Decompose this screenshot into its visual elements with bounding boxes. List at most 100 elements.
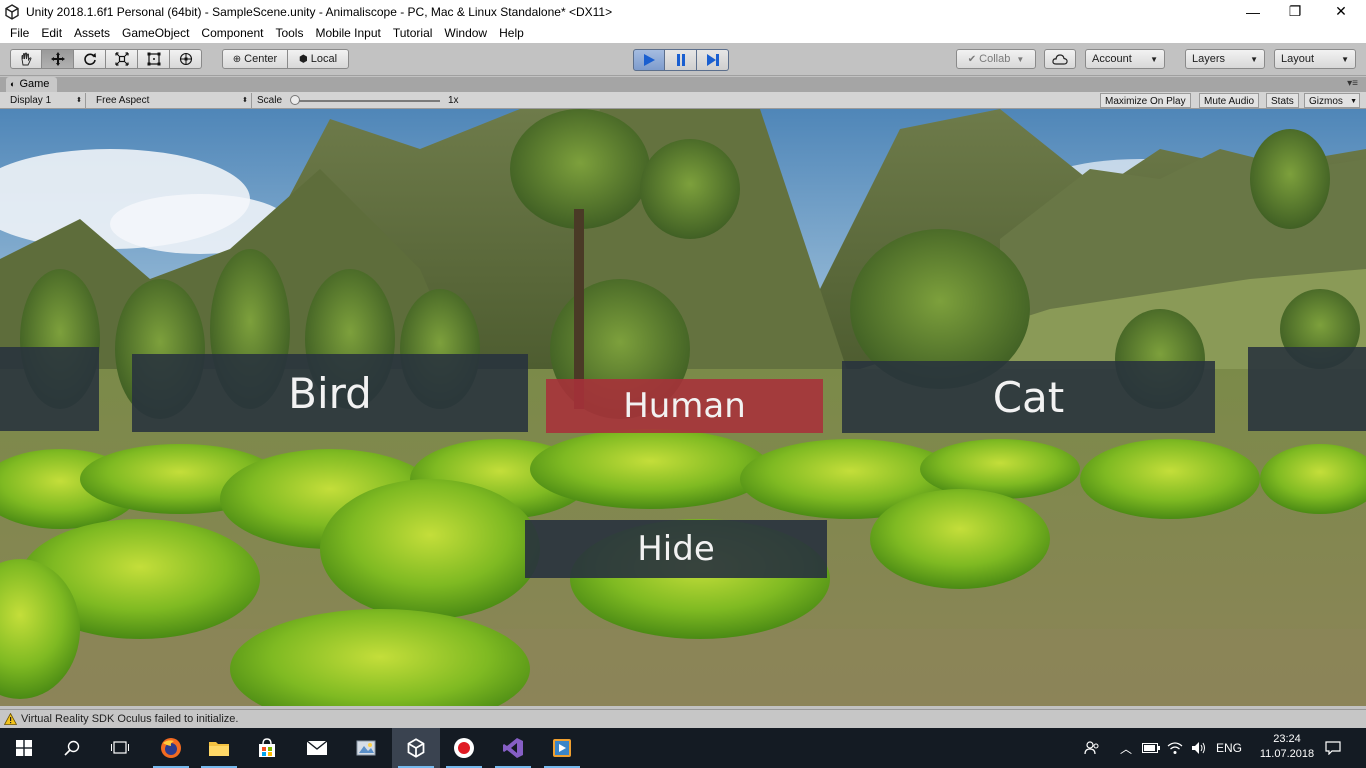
rotate-icon [83,53,96,66]
menu-bar: File Edit Assets GameObject Component To… [0,23,1366,43]
local-space-icon: ⬢ [298,53,308,65]
collab-label: Collab [979,53,1011,65]
visual-studio-taskbar-icon[interactable] [489,728,537,768]
cloud-button[interactable] [1044,49,1076,69]
firefox-taskbar-icon[interactable] [147,728,195,768]
rotate-tool-button[interactable] [74,49,106,69]
search-button[interactable] [48,728,96,768]
chevron-down-icon: ▼ [1016,54,1025,64]
scale-slider-thumb[interactable] [290,95,300,105]
pivot-space-toggle[interactable]: ⬢ Local [287,49,349,69]
option-bird-label: Bird [288,368,372,418]
tab-game[interactable]: ◐ Game [6,77,58,92]
battery-indicator[interactable] [1140,728,1162,768]
language-label: ENG [1215,741,1242,755]
photos-taskbar-icon[interactable] [342,728,390,768]
maximize-on-play-toggle[interactable]: Maximize On Play [1100,93,1191,108]
hand-icon [21,52,32,66]
option-panel-edge-right[interactable] [1248,347,1366,431]
step-icon [706,54,719,66]
menu-window[interactable]: Window [438,23,493,43]
hide-button[interactable]: Hide [525,520,827,578]
transform-tool-button[interactable] [170,49,202,69]
action-center-button[interactable] [1318,728,1348,768]
mail-taskbar-icon[interactable] [293,728,341,768]
option-bird-button[interactable]: Bird [132,354,528,432]
menu-gameobject[interactable]: GameObject [116,23,195,43]
pivot-label: Center [244,53,278,65]
rect-tool-button[interactable] [138,49,170,69]
aspect-dropdown[interactable]: Free Aspect ⬍ [92,93,252,108]
clock-date: 11.07.2018 [1259,748,1315,760]
display-dropdown[interactable]: Display 1 ⬍ [6,93,86,108]
move-tool-button[interactable] [42,49,74,69]
system-clock[interactable]: 23:24 11.07.2018 [1252,732,1322,762]
scale-icon [114,52,129,66]
game-controller-icon: ◐ [10,79,16,89]
unity-logo-icon [407,738,425,758]
layout-dropdown[interactable]: Layout ▼ [1274,49,1356,69]
menu-help[interactable]: Help [493,23,530,43]
unity-taskbar-icon[interactable] [392,728,440,768]
photo-viewer-icon [356,740,376,756]
play-icon [644,54,655,66]
file-explorer-taskbar-icon[interactable] [195,728,243,768]
task-view-button[interactable] [96,728,144,768]
option-cat-button[interactable]: Cat [842,361,1215,433]
chevron-down-icon: ▼ [1350,98,1357,105]
scale-label: Scale [257,95,283,106]
mute-audio-toggle[interactable]: Mute Audio [1199,93,1260,108]
hand-tool-button[interactable] [10,49,42,69]
chevron-updown-icon: ⬍ [242,97,248,104]
title-bar: Unity 2018.1.6f1 Personal (64bit) - Samp… [0,0,1366,23]
people-button[interactable] [1080,728,1104,768]
show-hidden-icons-button[interactable]: ︿ [1116,728,1136,768]
step-button[interactable] [697,49,729,71]
pivot-icon: ⊕ [232,53,242,65]
account-dropdown[interactable]: Account ▼ [1085,49,1165,69]
scale-tool-button[interactable] [106,49,138,69]
menu-tutorial[interactable]: Tutorial [387,23,439,43]
store-taskbar-icon[interactable] [243,728,291,768]
windows-taskbar: ︿ ENG 23:24 11.07.2018 [0,728,1366,768]
menu-tools[interactable]: Tools [269,23,309,43]
network-indicator[interactable] [1164,728,1186,768]
volume-indicator[interactable] [1188,728,1210,768]
layers-label: Layers [1192,53,1226,65]
combined-transform-icon [179,52,192,66]
menu-mobile-input[interactable]: Mobile Input [309,23,386,43]
pivot-center-toggle[interactable]: ⊕ Center [222,49,288,69]
restore-button[interactable]: ❐ [1272,0,1318,23]
speaker-icon [1192,742,1205,754]
recorder-taskbar-icon[interactable] [440,728,488,768]
option-human-button[interactable]: Human [546,379,823,433]
menu-edit[interactable]: Edit [35,23,68,43]
menu-assets[interactable]: Assets [68,23,116,43]
menu-component[interactable]: Component [195,23,269,43]
pause-button[interactable] [665,49,697,71]
scale-slider-track[interactable] [296,100,440,102]
minimize-button[interactable]: — [1230,0,1276,23]
play-button[interactable] [633,49,665,71]
window-title: Unity 2018.1.6f1 Personal (64bit) - Samp… [26,4,613,19]
rect-transform-icon [147,52,160,66]
notification-icon [1325,741,1341,755]
collab-check-icon: ✔ [967,53,977,65]
menu-file[interactable]: File [4,23,35,43]
media-player-taskbar-icon[interactable] [538,728,586,768]
scale-value: 1x [448,95,459,106]
collab-dropdown[interactable]: ✔ Collab ▼ [956,49,1036,69]
aspect-label: Free Aspect [96,95,150,106]
stats-toggle[interactable]: Stats [1266,93,1299,108]
console-status-bar[interactable]: Virtual Reality SDK Oculus failed to ini… [0,709,1366,728]
close-button[interactable]: ✕ [1318,0,1364,23]
input-language-indicator[interactable]: ENG [1212,728,1246,768]
layers-dropdown[interactable]: Layers ▼ [1185,49,1265,69]
tab-menu-icon[interactable]: ▾≡ [1347,78,1358,89]
option-panel-edge-left[interactable] [0,347,99,431]
gizmos-dropdown[interactable]: Gizmos ▼ [1304,93,1360,108]
move-arrows-icon [50,52,65,66]
start-button[interactable] [0,728,48,768]
game-view[interactable]: Bird Human Cat Hide [0,109,1366,706]
option-cat-label: Cat [992,372,1065,422]
